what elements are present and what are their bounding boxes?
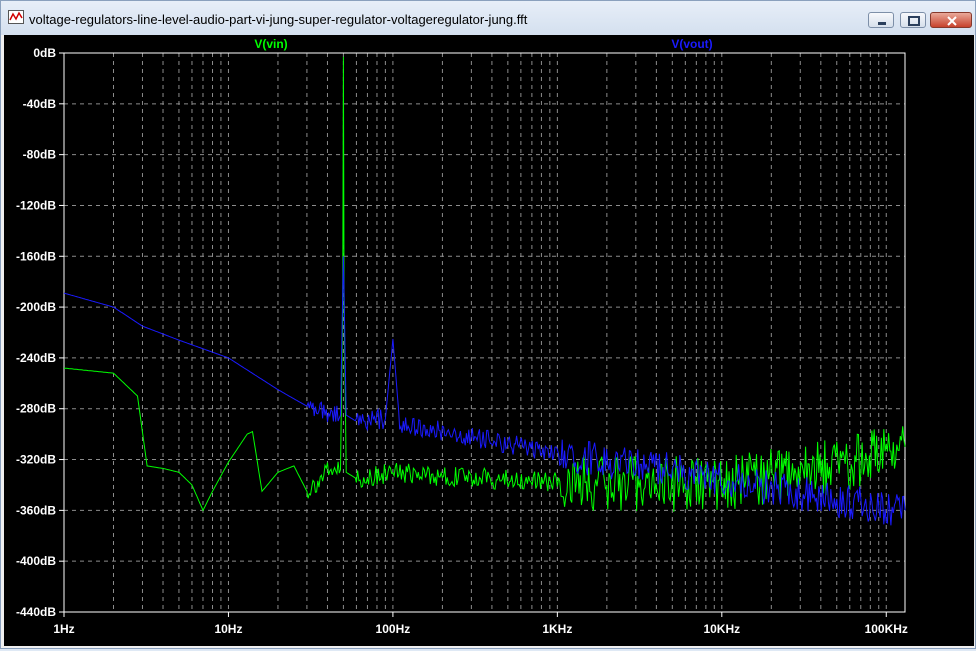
plot-area[interactable]: 0dB -40dB -80dB -120dB -160dB -200dB -240dB -28… bbox=[4, 35, 974, 646]
legend-label-vin[interactable]: V(vin) bbox=[254, 37, 287, 51]
y-tick-label: -400dB bbox=[16, 554, 56, 568]
y-axis: 0dB -40dB -80dB -120dB -160dB -200dB -240dB -28… bbox=[16, 46, 64, 619]
series-layer bbox=[63, 56, 906, 526]
x-tick-label: 10Hz bbox=[214, 622, 242, 636]
restore-button[interactable] bbox=[900, 12, 926, 28]
close-icon bbox=[947, 16, 957, 26]
y-tick-label: -360dB bbox=[16, 503, 56, 517]
series-line-vout bbox=[63, 256, 906, 526]
close-button[interactable] bbox=[930, 12, 972, 28]
app-window: voltage-regulators-line-level-audio-part… bbox=[0, 0, 976, 649]
y-tick-label: -280dB bbox=[16, 402, 56, 416]
waveform-chart-icon bbox=[8, 10, 24, 24]
y-tick-label: -120dB bbox=[16, 198, 56, 212]
y-tick-label: -80dB bbox=[23, 148, 57, 162]
restore-icon bbox=[908, 16, 920, 26]
x-tick-label: 1KHz bbox=[542, 622, 572, 636]
legend-label-vout[interactable]: V(vout) bbox=[671, 37, 712, 51]
y-tick-label: -160dB bbox=[16, 249, 56, 263]
x-tick-label: 10KHz bbox=[703, 622, 740, 636]
fft-chart[interactable]: 0dB -40dB -80dB -120dB -160dB -200dB -240dB -28… bbox=[4, 35, 974, 646]
grid bbox=[64, 53, 905, 612]
window-title: voltage-regulators-line-level-audio-part… bbox=[29, 12, 528, 27]
x-axis: 1Hz 10Hz 100Hz 1KHz 10KHz 100KHz bbox=[53, 612, 908, 636]
y-tick-label: -240dB bbox=[16, 351, 56, 365]
y-tick-label: 0dB bbox=[33, 46, 56, 60]
x-tick-label: 100Hz bbox=[376, 622, 411, 636]
y-tick-label: -320dB bbox=[16, 453, 56, 467]
y-tick-label: -440dB bbox=[16, 605, 56, 619]
title-bar[interactable]: voltage-regulators-line-level-audio-part… bbox=[1, 1, 975, 35]
y-tick-label: -40dB bbox=[23, 97, 57, 111]
x-tick-label: 100KHz bbox=[865, 622, 908, 636]
legend: V(vin) V(vout) bbox=[254, 37, 712, 51]
minimize-icon bbox=[878, 22, 886, 25]
x-tick-label: 1Hz bbox=[53, 622, 74, 636]
minimize-button[interactable] bbox=[868, 12, 894, 28]
plot-frame bbox=[63, 52, 906, 613]
y-tick-label: -200dB bbox=[16, 300, 56, 314]
